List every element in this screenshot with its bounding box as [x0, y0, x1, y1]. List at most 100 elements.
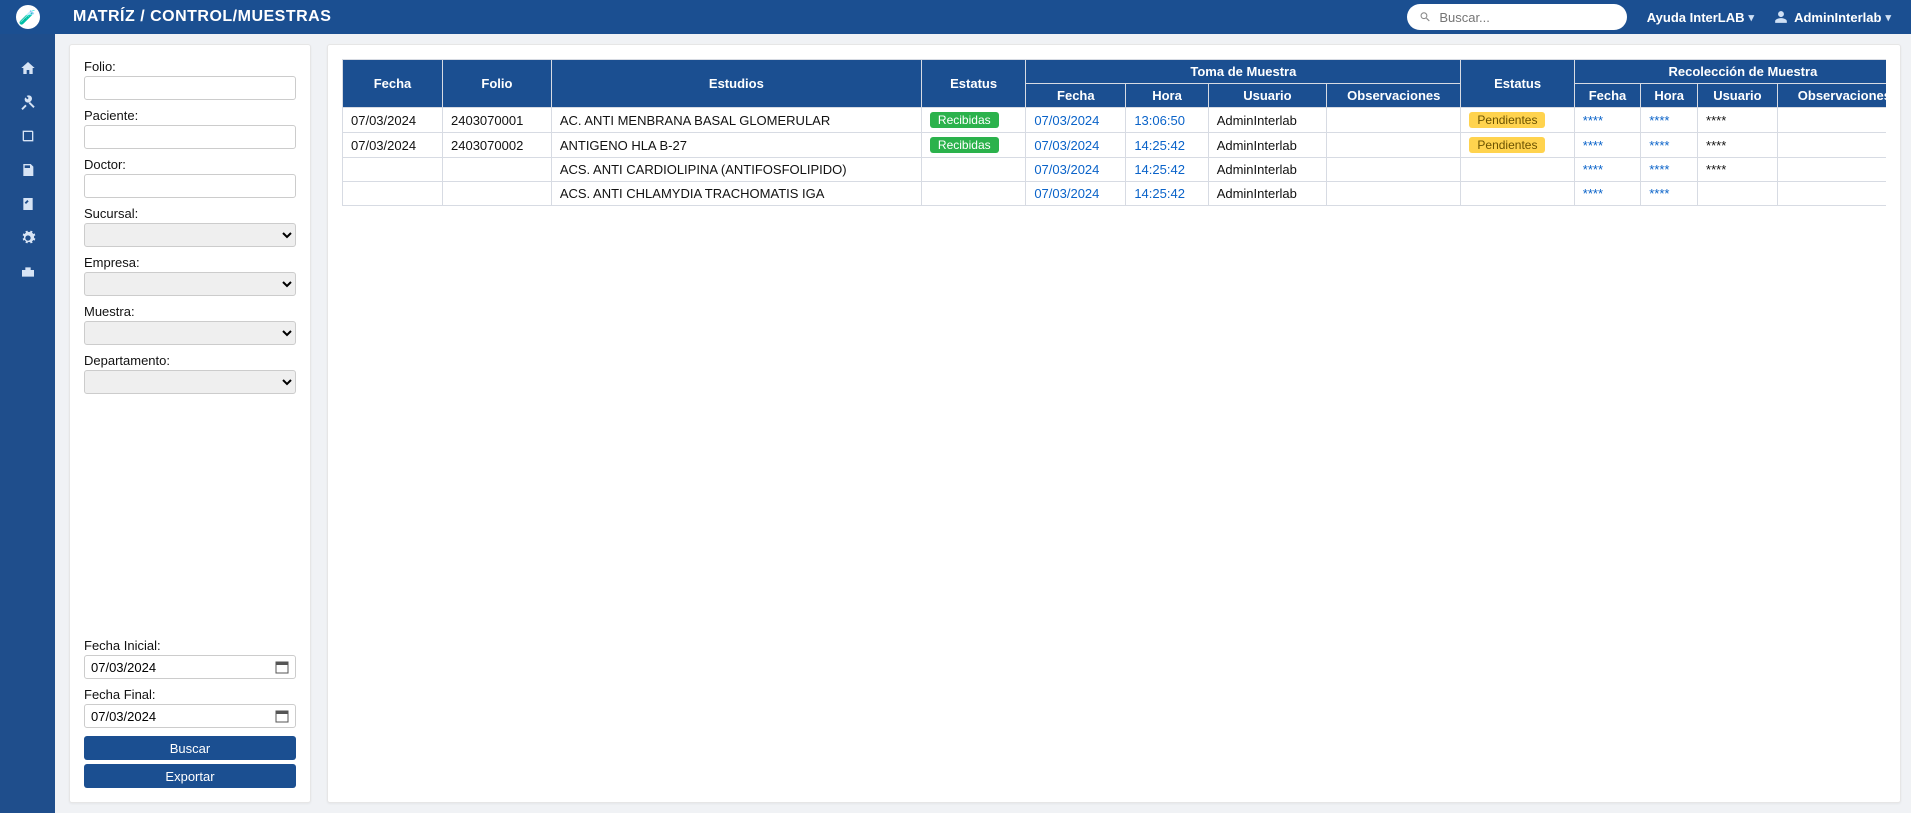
th-estatus1: Estatus	[921, 60, 1025, 108]
cell-rec-fecha[interactable]: ****	[1574, 158, 1640, 182]
cell-toma-obs	[1327, 182, 1461, 206]
cell-rec-hora[interactable]: ****	[1641, 108, 1698, 133]
departamento-label: Departamento:	[84, 353, 296, 368]
fecha-final-input[interactable]	[84, 704, 296, 728]
rail-save-icon[interactable]	[0, 154, 55, 186]
username-label: AdminInterlab	[1794, 10, 1881, 25]
th-rec-hora: Hora	[1641, 84, 1698, 108]
search-icon	[1419, 10, 1432, 24]
sucursal-select[interactable]	[84, 223, 296, 247]
cell-rec-hora[interactable]: ****	[1641, 133, 1698, 158]
cell-rec-usuario: ****	[1698, 108, 1778, 133]
rail-book-icon[interactable]	[0, 120, 55, 152]
cell-estatus1	[921, 182, 1025, 206]
cell-rec-usuario: ****	[1698, 133, 1778, 158]
cell-toma-obs	[1327, 158, 1461, 182]
empresa-select[interactable]	[84, 272, 296, 296]
help-label: Ayuda InterLAB	[1647, 10, 1745, 25]
rail-home-icon[interactable]	[0, 52, 55, 84]
exportar-button[interactable]: Exportar	[84, 764, 296, 788]
cell-toma-obs	[1327, 133, 1461, 158]
th-estudios: Estudios	[551, 60, 921, 108]
status-badge: Recibidas	[930, 112, 999, 128]
cell-fecha: 07/03/2024	[343, 108, 443, 133]
doctor-input[interactable]	[84, 174, 296, 198]
global-search[interactable]	[1407, 4, 1627, 30]
help-link[interactable]: Ayuda InterLAB ▾	[1647, 10, 1754, 25]
user-menu[interactable]: AdminInterlab ▾	[1774, 10, 1891, 25]
cell-rec-obs	[1777, 108, 1886, 133]
chevron-down-icon: ▾	[1749, 11, 1755, 24]
cell-rec-fecha[interactable]: ****	[1574, 182, 1640, 206]
cell-toma-hora[interactable]: 14:25:42	[1126, 133, 1208, 158]
cell-rec-usuario	[1698, 182, 1778, 206]
cell-toma-hora[interactable]: 13:06:50	[1126, 108, 1208, 133]
cell-toma-hora[interactable]: 14:25:42	[1126, 158, 1208, 182]
user-icon	[1774, 10, 1788, 24]
rail-gear-icon[interactable]	[0, 222, 55, 254]
cell-estudio: ACS. ANTI CHLAMYDIA TRACHOMATIS IGA	[551, 182, 921, 206]
cell-toma-usuario: AdminInterlab	[1208, 133, 1326, 158]
app-logo-icon: 🧪	[16, 5, 40, 29]
paciente-label: Paciente:	[84, 108, 296, 123]
th-rec-fecha: Fecha	[1574, 84, 1640, 108]
muestra-label: Muestra:	[84, 304, 296, 319]
status-badge: Pendientes	[1469, 112, 1545, 128]
cell-toma-fecha[interactable]: 07/03/2024	[1026, 108, 1126, 133]
th-estatus2: Estatus	[1461, 60, 1574, 108]
search-input[interactable]	[1439, 10, 1614, 25]
cell-estatus2	[1461, 182, 1574, 206]
th-folio: Folio	[443, 60, 552, 108]
cell-folio	[443, 182, 552, 206]
cell-folio: 2403070002	[443, 133, 552, 158]
th-toma-fecha: Fecha	[1026, 84, 1126, 108]
table-row: 07/03/2024 2403070001 AC. ANTI MENBRANA …	[343, 108, 1887, 133]
cell-estudio: AC. ANTI MENBRANA BASAL GLOMERULAR	[551, 108, 921, 133]
rail-checklist-icon[interactable]	[0, 188, 55, 220]
th-toma-hora: Hora	[1126, 84, 1208, 108]
th-fecha: Fecha	[343, 60, 443, 108]
table-scroll[interactable]: Fecha Folio Estudios Estatus Toma de Mue…	[342, 59, 1886, 788]
th-toma-usuario: Usuario	[1208, 84, 1326, 108]
cell-rec-hora[interactable]: ****	[1641, 158, 1698, 182]
doctor-label: Doctor:	[84, 157, 296, 172]
rail-toolbox-icon[interactable]	[0, 256, 55, 288]
th-rec-usuario: Usuario	[1698, 84, 1778, 108]
buscar-button[interactable]: Buscar	[84, 736, 296, 760]
sucursal-label: Sucursal:	[84, 206, 296, 221]
departamento-select[interactable]	[84, 370, 296, 394]
cell-rec-fecha[interactable]: ****	[1574, 108, 1640, 133]
folio-input[interactable]	[84, 76, 296, 100]
cell-toma-fecha[interactable]: 07/03/2024	[1026, 133, 1126, 158]
rail-tools-icon[interactable]	[0, 86, 55, 118]
cell-rec-fecha[interactable]: ****	[1574, 133, 1640, 158]
cell-folio	[443, 158, 552, 182]
table-row: ACS. ANTI CARDIOLIPINA (ANTIFOSFOLIPIDO)…	[343, 158, 1887, 182]
cell-estatus2	[1461, 158, 1574, 182]
cell-toma-fecha[interactable]: 07/03/2024	[1026, 158, 1126, 182]
cell-estatus1: Recibidas	[921, 108, 1025, 133]
paciente-input[interactable]	[84, 125, 296, 149]
fecha-final-label: Fecha Final:	[84, 687, 296, 702]
muestra-select[interactable]	[84, 321, 296, 345]
th-rec-group: Recolección de Muestra	[1574, 60, 1886, 84]
fecha-inicial-input[interactable]	[84, 655, 296, 679]
cell-toma-hora[interactable]: 14:25:42	[1126, 182, 1208, 206]
table-row: ACS. ANTI CHLAMYDIA TRACHOMATIS IGA 07/0…	[343, 182, 1887, 206]
cell-rec-usuario: ****	[1698, 158, 1778, 182]
status-badge: Pendientes	[1469, 137, 1545, 153]
sidebar-rail	[0, 34, 55, 813]
cell-toma-usuario: AdminInterlab	[1208, 158, 1326, 182]
cell-folio: 2403070001	[443, 108, 552, 133]
cell-toma-fecha[interactable]: 07/03/2024	[1026, 182, 1126, 206]
th-toma-group: Toma de Muestra	[1026, 60, 1461, 84]
folio-label: Folio:	[84, 59, 296, 74]
cell-toma-usuario: AdminInterlab	[1208, 182, 1326, 206]
results-panel: Fecha Folio Estudios Estatus Toma de Mue…	[327, 44, 1901, 803]
cell-rec-obs	[1777, 133, 1886, 158]
cell-estatus1: Recibidas	[921, 133, 1025, 158]
filter-panel: Folio: Paciente: Doctor: Sucursal: Empre…	[69, 44, 311, 803]
logo-wrap: 🧪	[0, 5, 55, 29]
app-header: 🧪 MATRÍZ / CONTROL/MUESTRAS Ayuda InterL…	[0, 0, 1911, 34]
cell-rec-hora[interactable]: ****	[1641, 182, 1698, 206]
